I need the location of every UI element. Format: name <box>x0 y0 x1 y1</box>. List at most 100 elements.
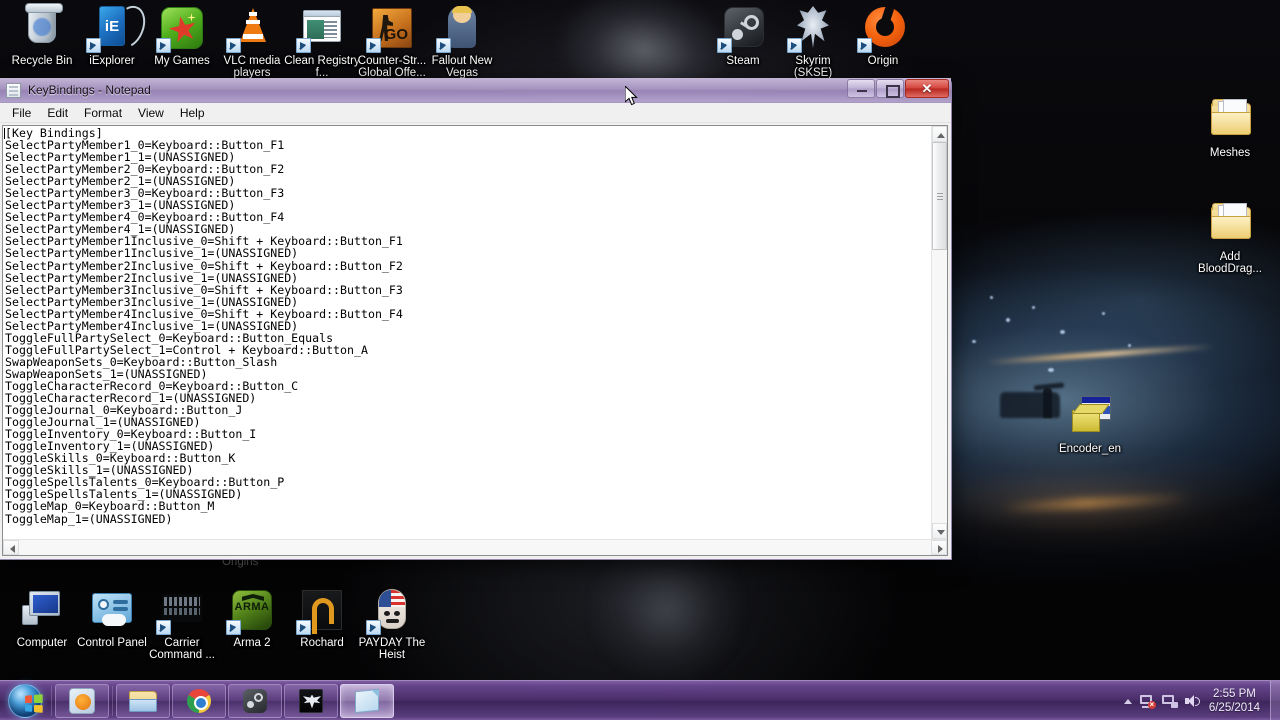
encoder-file-icon <box>1066 392 1114 440</box>
minimize-button[interactable] <box>847 79 875 98</box>
menu-help[interactable]: Help <box>172 104 213 122</box>
taskbar-item-steam[interactable] <box>228 683 282 718</box>
desktop-icon-my-games[interactable]: My Games <box>144 4 220 67</box>
notepad-menubar[interactable]: File Edit Format View Help <box>0 103 951 123</box>
desktop[interactable]: Origins Recycle Bin iExplorer My Games V… <box>0 0 1280 720</box>
desktop-icon-label: Add BloodDrag... <box>1198 251 1262 275</box>
desktop-icon-clean-registry[interactable]: Clean Registry f... <box>284 4 360 79</box>
scroll-right-icon[interactable] <box>931 540 947 555</box>
notepad-client-frame: [Key Bindings] SelectPartyMember1_0=Keyb… <box>2 125 948 556</box>
desktop-icon-origin[interactable]: Origin <box>845 4 921 67</box>
desktop-icon-rochard[interactable]: Rochard <box>284 586 360 649</box>
desktop-icon-vlc-media-player[interactable]: VLC media players <box>214 4 290 79</box>
rochard-icon <box>296 586 346 635</box>
taskbar-item-windows-media-player[interactable] <box>55 683 109 718</box>
folder-icon <box>1206 96 1254 144</box>
horizontal-scrollbar[interactable] <box>3 539 947 555</box>
carrier-command-icon <box>156 586 206 635</box>
menu-view[interactable]: View <box>130 104 172 122</box>
desktop-icon-label: Skyrim (SKSE) <box>793 55 833 79</box>
iexplorer-icon <box>86 0 152 54</box>
desktop-icon-recycle-bin[interactable]: Recycle Bin <box>4 3 80 67</box>
notepad-icon <box>352 686 382 716</box>
arma-2-icon: ARMA <box>226 586 276 635</box>
close-button[interactable]: ✕ <box>905 79 949 98</box>
desktop-icon-label: Meshes <box>1209 147 1251 159</box>
vertical-scrollbar[interactable] <box>931 126 947 539</box>
menu-format[interactable]: Format <box>76 104 130 122</box>
menu-edit[interactable]: Edit <box>39 104 76 122</box>
origin-icon <box>857 4 907 53</box>
desktop-icon-label: Steam <box>726 55 760 67</box>
taskbar-item-notepad[interactable] <box>340 683 394 718</box>
desktop-icon-steam[interactable]: Steam <box>705 4 781 67</box>
desktop-icon-label: VLC media players <box>223 55 281 79</box>
windows-logo-icon <box>8 683 43 718</box>
desktop-icon-label: Counter-Str... Global Offe... <box>357 55 427 79</box>
desktop-icon-computer[interactable]: Computer <box>4 586 80 649</box>
notepad-window[interactable]: KeyBindings - Notepad ✕ File Edit Format… <box>0 78 952 560</box>
desktop-icon-fallout-new-vegas[interactable]: Fallout New Vegas <box>424 4 500 79</box>
scroll-left-icon[interactable] <box>3 540 19 555</box>
taskbar-divider <box>51 685 52 716</box>
show-hidden-icons-icon[interactable] <box>1119 686 1137 716</box>
show-desktop-button[interactable] <box>1270 680 1280 720</box>
explorer-icon <box>128 686 158 716</box>
system-tray[interactable]: 2:55 PM 6/25/2014 <box>1119 680 1280 720</box>
desktop-icon-control-panel[interactable]: Control Panel <box>74 586 150 649</box>
menu-file[interactable]: File <box>4 104 39 122</box>
desktop-icon-label: PAYDAY The Heist <box>358 637 426 661</box>
taskbar-item-google-chrome[interactable] <box>172 683 226 718</box>
clock-date: 6/25/2014 <box>1208 701 1260 714</box>
desktop-icon-encoder-en[interactable]: Encoder_en <box>1052 392 1128 455</box>
desktop-icon-label: iExplorer <box>89 55 135 67</box>
scroll-down-icon[interactable] <box>932 523 947 539</box>
close-icon: ✕ <box>921 80 933 96</box>
desktop-icon-arma-2[interactable]: ARMA Arma 2 <box>214 586 290 649</box>
window-title: KeyBindings - Notepad <box>28 83 151 97</box>
desktop-icon-payday-the-heist[interactable]: PAYDAY The Heist <box>354 586 430 661</box>
taskbar-clock[interactable]: 2:55 PM 6/25/2014 <box>1203 687 1268 715</box>
payday-the-heist-icon <box>366 586 416 635</box>
clock-time: 2:55 PM <box>1213 687 1256 700</box>
counter-strike-go-icon: GO <box>366 4 416 53</box>
tray-volume[interactable] <box>1181 686 1203 716</box>
desktop-icon-label: Computer <box>16 637 68 649</box>
taskbar-item-file-explorer[interactable] <box>116 683 170 718</box>
notepad-text-area[interactable]: [Key Bindings] SelectPartyMember1_0=Keyb… <box>3 126 931 539</box>
tray-network-disconnected[interactable] <box>1137 686 1159 716</box>
notepad-body: [Key Bindings] SelectPartyMember1_0=Keyb… <box>0 123 951 559</box>
steam-icon <box>717 4 767 53</box>
desktop-icon-counter-strike-go[interactable]: GO Counter-Str... Global Offe... <box>354 4 430 79</box>
taskbar[interactable]: 2:55 PM 6/25/2014 <box>0 680 1280 720</box>
desktop-icon-iexplorer[interactable]: iExplorer <box>74 0 152 67</box>
taskbar-item-eagle-app[interactable] <box>284 683 338 718</box>
desktop-icon-label: Rochard <box>300 637 344 649</box>
desktop-icon-label: Clean Registry f... <box>284 55 360 79</box>
desktop-icon-carrier-command[interactable]: Carrier Command ... <box>144 586 220 661</box>
notepad-titlebar[interactable]: KeyBindings - Notepad ✕ <box>0 78 951 103</box>
desktop-icon-meshes[interactable]: Meshes <box>1192 96 1268 159</box>
eagle-icon <box>296 686 326 716</box>
scroll-up-icon[interactable] <box>932 126 947 142</box>
desktop-icon-label: Control Panel <box>77 637 147 649</box>
desktop-icon-label: My Games <box>154 55 210 67</box>
desktop-icon-label: Origin <box>867 55 899 67</box>
notepad-text-region[interactable]: [Key Bindings] SelectPartyMember1_0=Keyb… <box>3 126 947 539</box>
notepad-app-icon <box>6 82 21 98</box>
desktop-icon-skyrim-skse[interactable]: Skyrim (SKSE) <box>775 4 851 79</box>
steam-icon <box>240 686 270 716</box>
vertical-scroll-thumb[interactable] <box>932 142 947 250</box>
desktop-icon-label: Recycle Bin <box>11 55 73 67</box>
start-button[interactable] <box>1 682 49 720</box>
maximize-button[interactable] <box>876 79 904 98</box>
desktop-icon-label: Carrier Command ... <box>149 637 215 661</box>
taskbar-divider <box>112 685 113 716</box>
desktop-icon-add-blooddrag[interactable]: Add BloodDrag... <box>1192 200 1268 275</box>
horizontal-scroll-track[interactable] <box>19 540 931 555</box>
tray-network[interactable] <box>1159 686 1181 716</box>
my-games-icon <box>156 4 206 53</box>
fallout-new-vegas-icon <box>436 4 486 53</box>
vertical-scroll-track[interactable] <box>932 142 947 523</box>
desktop-icon-label: Encoder_en <box>1058 443 1122 455</box>
